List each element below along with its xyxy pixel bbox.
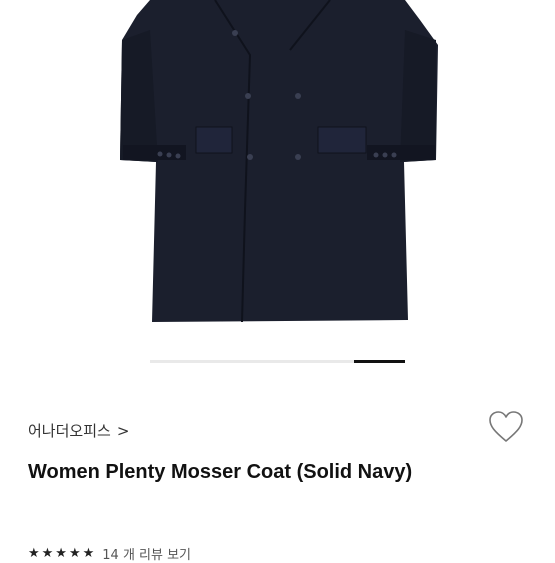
rating-stars: ★★★★★ xyxy=(28,546,97,561)
coat-image xyxy=(120,0,438,323)
heart-outline-icon xyxy=(489,411,523,442)
rating-row[interactable]: ★★★★★ 14 개 리뷰 보기 xyxy=(28,544,191,563)
wishlist-button[interactable] xyxy=(488,410,524,444)
chevron-right-icon: > xyxy=(116,421,130,440)
carousel-active-indicator xyxy=(354,360,405,363)
product-title: Women Plenty Mosser Coat (Solid Navy) xyxy=(28,461,413,483)
brand-name: 어나더오피스 xyxy=(28,422,111,440)
product-image[interactable] xyxy=(0,0,555,345)
review-link[interactable]: 14 개 리뷰 보기 xyxy=(102,544,191,563)
image-carousel-indicator[interactable] xyxy=(150,360,405,363)
brand-link[interactable]: 어나더오피스 > xyxy=(28,420,129,441)
